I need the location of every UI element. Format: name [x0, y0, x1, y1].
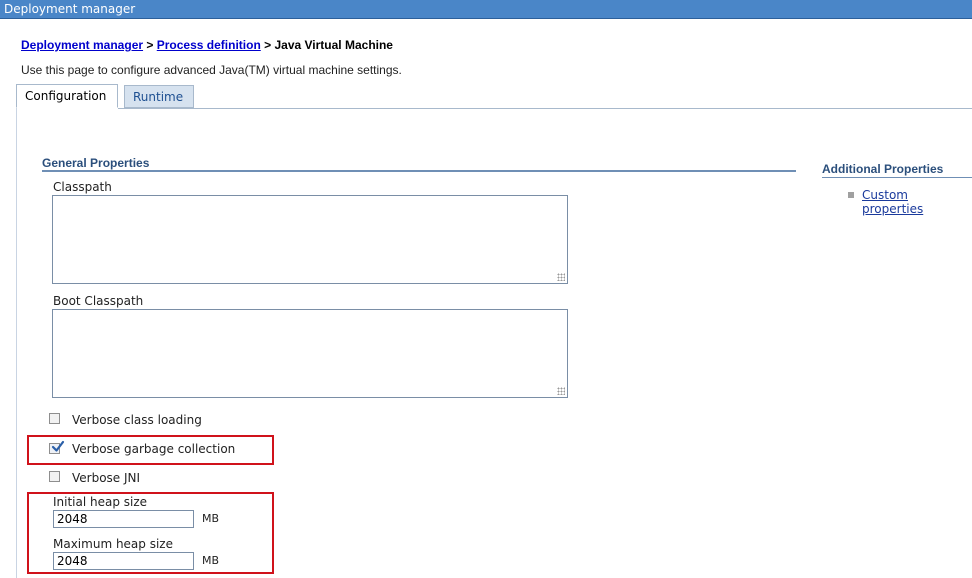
- breadcrumb-separator: >: [146, 38, 154, 52]
- resize-grip-icon[interactable]: [557, 387, 565, 395]
- verbose-gc-label: Verbose garbage collection: [72, 442, 236, 456]
- tab-divider: [118, 108, 972, 109]
- breadcrumb-link-deployment-manager[interactable]: Deployment manager: [21, 38, 143, 52]
- verbose-class-loading-checkbox[interactable]: [49, 413, 60, 424]
- boot-classpath-label: Boot Classpath: [53, 294, 144, 308]
- section-divider: [42, 170, 796, 172]
- classpath-textarea[interactable]: [52, 195, 568, 284]
- max-heap-label: Maximum heap size: [53, 537, 173, 551]
- left-border: [16, 108, 17, 578]
- page-description: Use this page to configure advanced Java…: [21, 63, 402, 77]
- breadcrumb-link-process-definition[interactable]: Process definition: [157, 38, 261, 52]
- initial-heap-label: Initial heap size: [53, 495, 148, 509]
- initial-heap-unit: MB: [202, 512, 220, 525]
- general-properties-heading: General Properties: [42, 156, 150, 170]
- checkmark-icon: [51, 440, 65, 452]
- additional-properties-heading: Additional Properties: [822, 162, 944, 176]
- additional-divider: [822, 177, 972, 178]
- verbose-gc-checkbox[interactable]: [49, 440, 65, 454]
- boot-classpath-textarea[interactable]: [52, 309, 568, 398]
- max-heap-input[interactable]: [53, 552, 194, 570]
- classpath-label: Classpath: [53, 180, 112, 194]
- breadcrumb-current: Java Virtual Machine: [274, 38, 393, 52]
- breadcrumb: Deployment manager > Process definition …: [21, 38, 393, 52]
- initial-heap-input[interactable]: [53, 510, 194, 528]
- verbose-jni-checkbox[interactable]: [49, 471, 60, 482]
- verbose-jni-label: Verbose JNI: [72, 471, 141, 485]
- tab-configuration[interactable]: Configuration: [16, 84, 118, 108]
- bullet-icon: [848, 192, 854, 198]
- verbose-class-loading-label: Verbose class loading: [72, 413, 202, 427]
- max-heap-unit: MB: [202, 554, 220, 567]
- breadcrumb-separator: >: [264, 38, 272, 52]
- tab-runtime[interactable]: Runtime: [124, 85, 194, 108]
- resize-grip-icon[interactable]: [557, 273, 565, 281]
- custom-properties-link[interactable]: Custom properties: [862, 188, 952, 216]
- window-title: Deployment manager: [0, 0, 972, 19]
